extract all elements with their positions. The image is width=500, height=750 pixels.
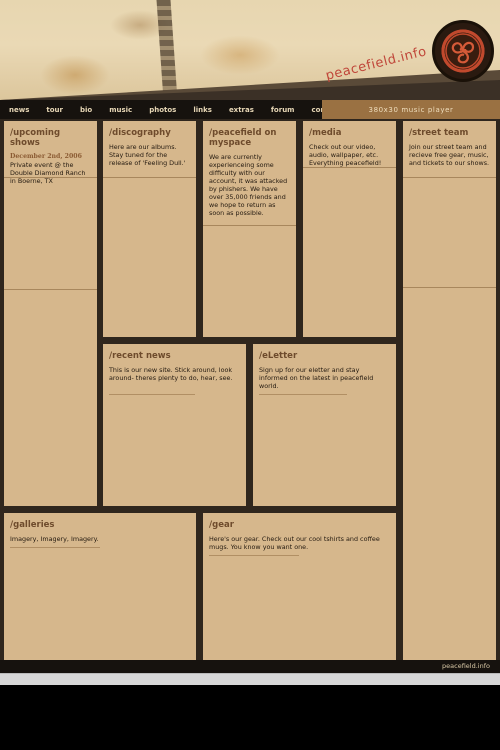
panel-eletter: /eLetter Sign up for our eletter and sta… — [253, 344, 396, 506]
footer-bar: peacefield.info — [0, 660, 500, 673]
nav-tour[interactable]: tour — [46, 106, 63, 114]
panel-text: Join our street team and recieve free ge… — [409, 143, 490, 167]
divider — [403, 177, 496, 178]
divider — [4, 289, 97, 290]
panel-text: Here are our albums. Stay tuned for the … — [109, 143, 186, 167]
panel-text: Private event @ the Double Diamond Ranch… — [10, 161, 86, 185]
panel-title[interactable]: /media — [309, 128, 390, 138]
panel-upcoming-shows: /upcoming shows December 2nd, 2006 Priva… — [4, 121, 97, 506]
panel-text: Here's our gear. Check out our cool tshi… — [209, 535, 380, 551]
nav-music[interactable]: music — [109, 106, 132, 114]
nav-extras[interactable]: extras — [229, 106, 254, 114]
nav-links: news tour bio music photos links extras … — [0, 100, 349, 119]
header-banner: peacefield.info — [0, 0, 500, 100]
music-player[interactable]: 380x30 music player — [322, 100, 500, 119]
horizontal-scrollbar[interactable] — [0, 673, 500, 685]
divider — [203, 225, 296, 226]
panel-galleries: /galleries Imagery, Imagery, Imagery. — [4, 513, 196, 660]
nav-news[interactable]: news — [9, 106, 29, 114]
panel-myspace: /peacefield on myspace We are currently … — [203, 121, 296, 337]
site-container: peacefield.info news tour bio music phot… — [0, 0, 500, 673]
divider — [4, 177, 97, 178]
nav-links-item[interactable]: links — [193, 106, 212, 114]
panel-title[interactable]: /eLetter — [259, 351, 390, 361]
panel-street-team: /street team Join our street team and re… — [403, 121, 496, 660]
panel-media: /media Check out our video, audio, wallp… — [303, 121, 396, 337]
nav-bar: news tour bio music photos links extras … — [0, 100, 500, 119]
nav-forum[interactable]: forum — [271, 106, 295, 114]
panel-title[interactable]: /discography — [109, 128, 190, 138]
panel-gear: /gear Here's our gear. Check out our coo… — [203, 513, 396, 660]
panel-title[interactable]: /galleries — [10, 520, 190, 530]
divider — [103, 177, 196, 178]
panel-title[interactable]: /gear — [209, 520, 390, 530]
panel-text: Imagery, Imagery, Imagery. — [10, 535, 99, 543]
panel-text: This is our new site. Stick around, look… — [109, 366, 233, 382]
nav-photos[interactable]: photos — [149, 106, 176, 114]
nav-bio[interactable]: bio — [80, 106, 92, 114]
panel-title[interactable]: /street team — [409, 128, 490, 138]
divider — [403, 287, 496, 288]
show-date: December 2nd, 2006 — [10, 153, 82, 160]
panel-text: Sign up for our eletter and stay informe… — [259, 366, 374, 390]
divider — [259, 394, 347, 395]
panel-recent-news: /recent news This is our new site. Stick… — [103, 344, 246, 506]
panel-title[interactable]: /recent news — [109, 351, 240, 361]
triskele-logo-icon[interactable] — [432, 20, 494, 82]
panel-discography: /discography Here are our albums. Stay t… — [103, 121, 196, 337]
divider — [109, 394, 195, 395]
divider — [303, 167, 396, 168]
divider — [10, 547, 100, 548]
panel-text: Check out our video, audio, wallpaper, e… — [309, 143, 382, 167]
panel-text: We are currently experienceing some diff… — [209, 153, 288, 217]
panel-title[interactable]: /peacefield on myspace — [209, 128, 290, 148]
panel-title[interactable]: /upcoming shows — [10, 128, 91, 148]
divider — [209, 555, 299, 556]
footer-domain: peacefield.info — [442, 662, 490, 670]
